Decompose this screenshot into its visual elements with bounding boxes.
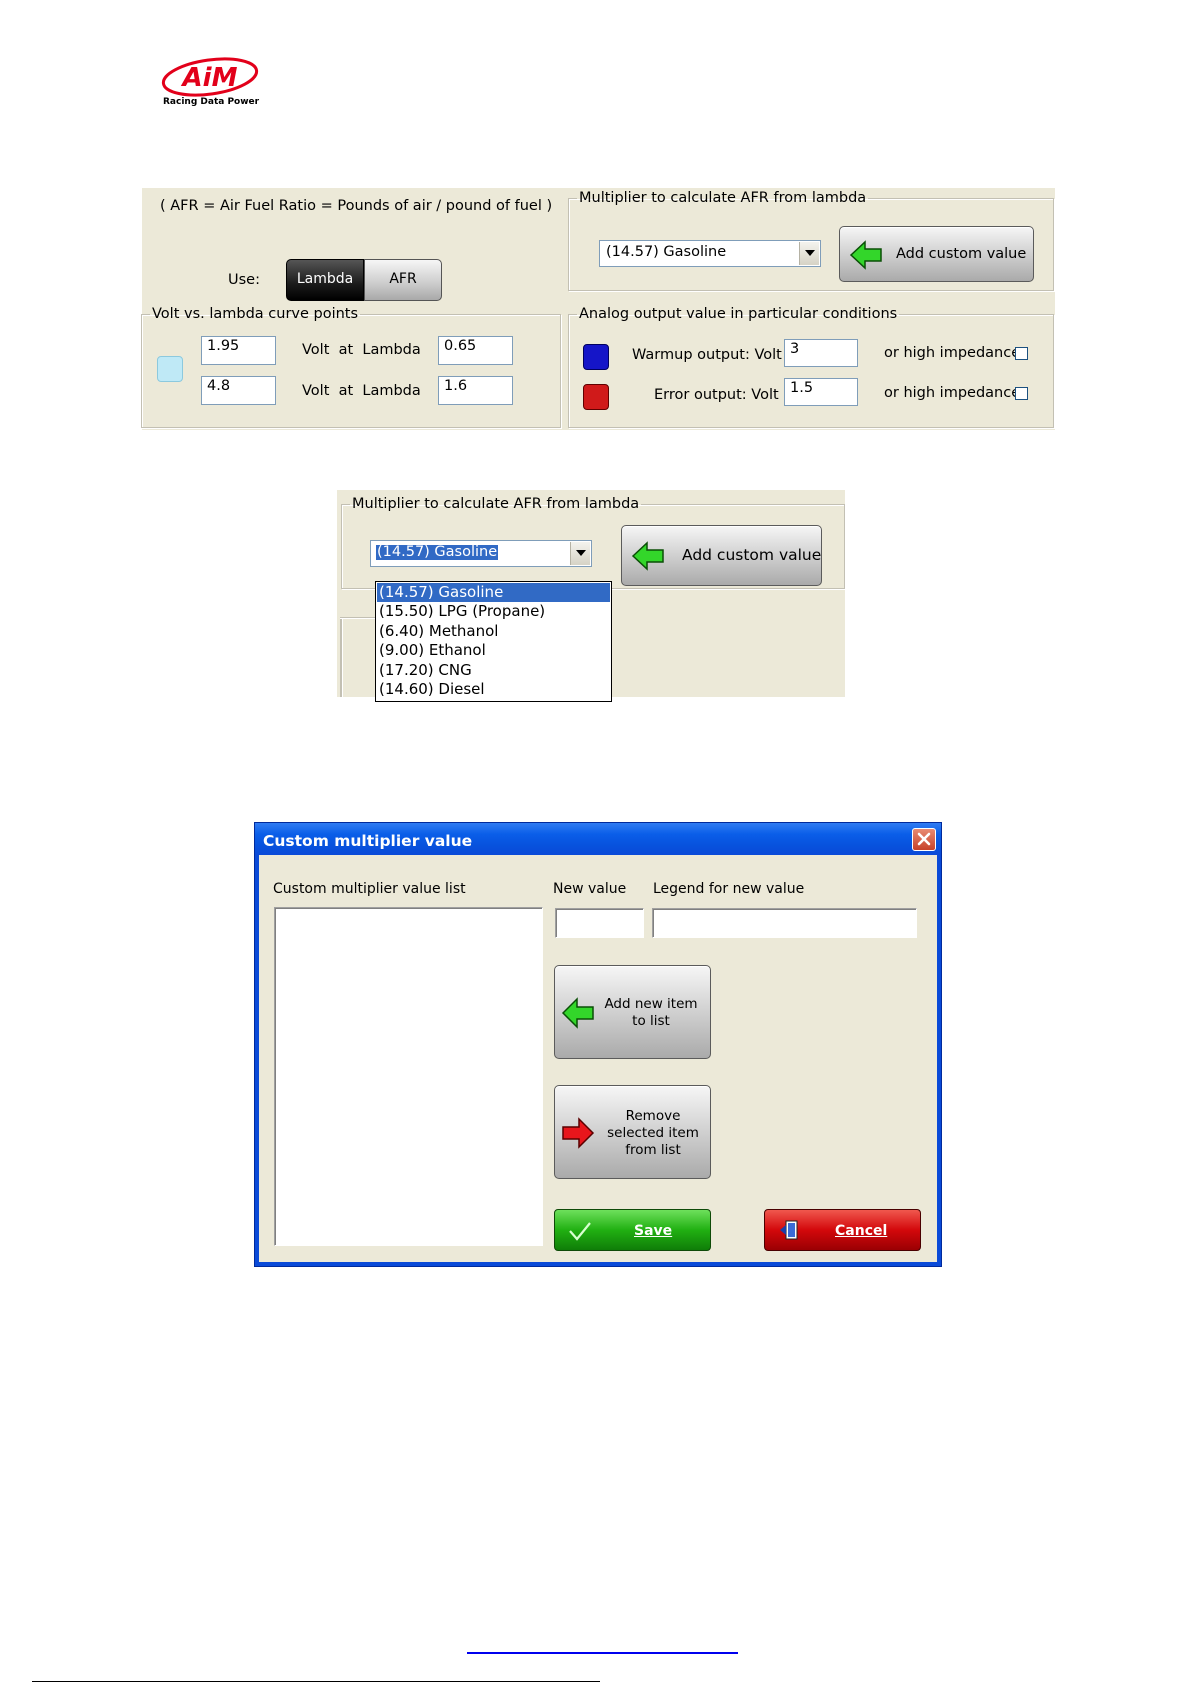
warmup-impedance-label: or high impedance [884,345,1021,361]
new-value-label: New value [553,881,627,897]
multiplier-select-open[interactable]: (14.57) Gasoline [370,540,592,567]
close-button[interactable] [912,828,936,851]
multiplier-group-legend: Multiplier to calculate AFR from lambda [579,190,867,206]
custom-multiplier-dialog: Custom multiplier value Custom multiplie… [254,822,942,1267]
chevron-down-icon[interactable] [570,542,590,565]
option-methanol[interactable]: (6.40) Methanol [377,622,610,641]
arrow-left-icon [849,240,882,270]
afr-toggle-button[interactable]: AFR [364,259,442,301]
option-diesel[interactable]: (14.60) Diesel [377,680,610,699]
dialog-title: Custom multiplier value [263,832,473,850]
svg-text:AiM: AiM [181,63,238,93]
add-custom-value-button-2[interactable]: Add custom value [621,525,822,586]
error-output-field[interactable]: 1.5 [784,378,858,406]
close-icon [917,832,931,846]
multiplier-group-2-legend: Multiplier to calculate AFR from lambda [352,496,640,512]
footer-rule [32,1681,600,1682]
arrow-right-icon [562,1117,595,1149]
cancel-button[interactable]: Cancel [764,1209,921,1251]
legend-label: Legend for new value [653,881,805,897]
arrow-left-icon [561,997,594,1029]
legend-input[interactable] [652,908,917,938]
sensor-config-panel: ( AFR = Air Fuel Ratio = Pounds of air /… [141,188,1055,430]
dialog-title-bar[interactable]: Custom multiplier value [255,823,941,855]
curve-row-1-label: Volt at Lambda [302,342,421,358]
error-impedance-label: or high impedance [884,385,1021,401]
exit-door-icon [780,1220,798,1240]
add-custom-value-label: Add custom value [896,246,1027,262]
option-gasoline[interactable]: (14.57) Gasoline [377,583,610,602]
chevron-down-icon[interactable] [799,242,819,265]
save-button-label: Save [634,1223,673,1239]
cancel-button-label: Cancel [835,1223,888,1239]
error-high-impedance-checkbox[interactable] [1015,387,1028,400]
warmup-output-field[interactable]: 3 [784,339,858,367]
option-ethanol[interactable]: (9.00) Ethanol [377,641,610,660]
curve-lambda-1-field[interactable]: 0.65 [438,336,513,365]
new-value-input[interactable] [555,908,644,938]
aim-logo-mark: AiM [161,57,259,97]
warmup-high-impedance-checkbox[interactable] [1015,347,1028,360]
multiplier-select-value: (14.57) Gasoline [606,244,727,260]
remove-selected-item-button[interactable]: Remove selected item from list [554,1085,711,1179]
arrow-left-icon [631,541,664,571]
error-output-label: Error output: Volt [654,387,779,403]
add-new-item-label: Add new item to list [604,996,698,1029]
lower-group-edge [340,617,342,697]
lambda-toggle-label: Lambda [296,271,354,287]
curve-points-legend: Volt vs. lambda curve points [152,306,359,322]
error-color-swatch[interactable] [583,384,609,410]
lambda-toggle-button[interactable]: Lambda [286,259,364,301]
custom-list-label: Custom multiplier value list [273,881,466,897]
add-custom-value-label-2: Add custom value [682,546,822,564]
checkmark-icon [569,1222,591,1241]
save-button[interactable]: Save [554,1209,711,1251]
curve-volt-2-field[interactable]: 4.8 [201,376,276,405]
warmup-color-swatch[interactable] [583,344,609,370]
analog-output-group: Analog output value in particular condit… [568,307,1054,428]
multiplier-select-open-value: (14.57) Gasoline [376,544,499,560]
custom-multiplier-list[interactable] [274,907,543,1246]
remove-selected-item-label: Remove selected item from list [607,1108,699,1158]
footer-link-underline[interactable] [467,1652,738,1654]
analog-output-legend: Analog output value in particular condit… [579,306,898,322]
lower-group-top-edge [340,617,380,618]
use-label: Use: [228,272,260,288]
curve-volt-1-field[interactable]: 1.95 [201,336,276,365]
afr-definition-note: ( AFR = Air Fuel Ratio = Pounds of air /… [160,198,553,214]
curve-color-swatch[interactable] [157,356,183,382]
option-lpg[interactable]: (15.50) LPG (Propane) [377,602,610,621]
curve-lambda-2-field[interactable]: 1.6 [438,376,513,405]
multiplier-options-list[interactable]: (14.57) Gasoline (15.50) LPG (Propane) (… [375,581,612,702]
curve-row-2-label: Volt at Lambda [302,383,421,399]
curve-points-group: Volt vs. lambda curve points [141,307,561,428]
add-custom-value-button[interactable]: Add custom value [839,226,1034,282]
aim-logo: AiM Racing Data Power [160,55,260,113]
dialog-client-area: Custom multiplier value list New value L… [259,855,937,1262]
multiplier-select[interactable]: (14.57) Gasoline [599,240,821,267]
logo-tagline: Racing Data Power [163,97,260,107]
warmup-output-label: Warmup output: Volt [632,347,782,363]
option-cng[interactable]: (17.20) CNG [377,661,610,680]
afr-toggle-label: AFR [389,271,417,287]
add-new-item-button[interactable]: Add new item to list [554,965,711,1059]
